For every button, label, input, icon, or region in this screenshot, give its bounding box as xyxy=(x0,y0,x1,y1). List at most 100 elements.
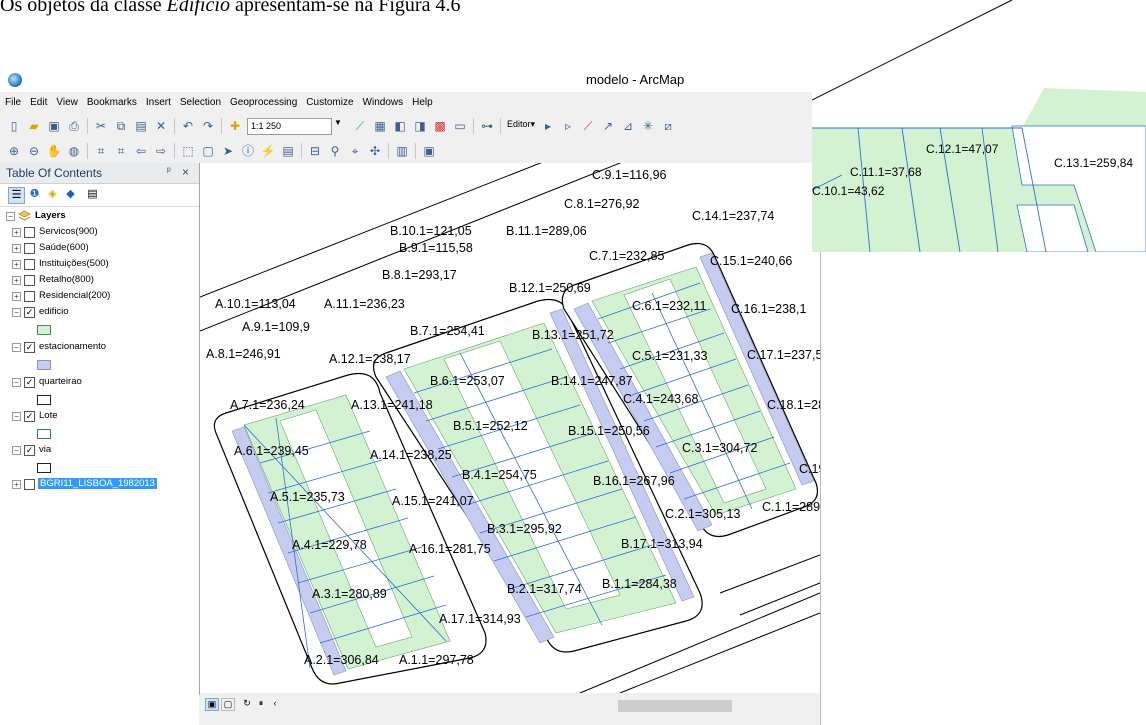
pause-drawing-icon[interactable]: ⏸ xyxy=(255,698,267,709)
open-folder-icon[interactable]: ▰ xyxy=(26,118,42,134)
html-popup-icon[interactable]: ▤ xyxy=(280,143,296,159)
list-by-visibility-icon[interactable]: ◈ xyxy=(45,187,60,202)
layer-visibility-checkbox[interactable]: ✓ xyxy=(24,445,35,456)
clear-selection-icon[interactable]: ▢ xyxy=(200,143,216,159)
expand-icon[interactable]: + xyxy=(12,228,21,237)
menu-customize[interactable]: Customize xyxy=(301,93,357,108)
map-display[interactable]: C.12.1=47,07C.10.1=43,62C.13.1=259,84C.9… xyxy=(200,163,820,693)
menu-view[interactable]: View xyxy=(51,93,82,108)
edit-tool-icon[interactable]: ▸ xyxy=(540,118,556,134)
lote-symbol-swatch[interactable] xyxy=(37,429,51,439)
expand-icon[interactable]: + xyxy=(12,292,21,301)
measure-icon[interactable]: ⊟ xyxy=(307,143,323,159)
map-canvas[interactable]: C.12.1=47,07C.10.1=43,62C.13.1=259,84C.9… xyxy=(200,163,820,693)
layer-visibility-checkbox[interactable]: ✓ xyxy=(24,377,35,388)
collapse-icon[interactable]: − xyxy=(6,212,15,221)
menu-file[interactable]: File xyxy=(0,93,25,108)
chevron-down-icon[interactable]: ▼ xyxy=(334,118,346,134)
paste-icon[interactable]: ▤ xyxy=(133,118,149,134)
pan-hand-icon[interactable]: ✋ xyxy=(46,143,62,159)
layout-view-icon[interactable]: ▢ xyxy=(221,698,235,711)
layer-visibility-checkbox[interactable] xyxy=(24,275,35,286)
collapse-icon[interactable]: − xyxy=(12,412,21,421)
menu-edit[interactable]: Edit xyxy=(25,93,51,108)
layer-visibility-checkbox[interactable]: ✓ xyxy=(24,307,35,318)
zoom-out-icon[interactable]: ⊖ xyxy=(26,143,42,159)
table-icon[interactable]: ▦ xyxy=(372,118,388,134)
python-icon[interactable]: ▭ xyxy=(452,118,468,134)
construction-tools-icon[interactable]: ⊿ xyxy=(620,118,636,134)
horizontal-scrollbar[interactable] xyxy=(618,700,732,712)
via-symbol-swatch[interactable] xyxy=(37,463,51,473)
layer-visibility-checkbox[interactable] xyxy=(24,227,35,238)
delete-icon[interactable]: ✕ xyxy=(153,118,169,134)
split-tool-icon[interactable]: ✳ xyxy=(640,118,656,134)
estacionamento-symbol-swatch[interactable] xyxy=(37,360,51,370)
layer-visibility-checkbox[interactable] xyxy=(24,291,35,302)
edit-annotation-icon[interactable]: ▹ xyxy=(560,118,576,134)
layer-visibility-checkbox[interactable]: ✓ xyxy=(24,342,35,353)
collapse-icon[interactable]: − xyxy=(12,446,21,455)
straight-segment-icon[interactable]: ⟋ xyxy=(580,118,596,134)
select-elements-icon[interactable]: ➤ xyxy=(220,143,236,159)
undo-icon[interactable]: ↶ xyxy=(180,118,196,134)
time-slider-icon[interactable]: ▥ xyxy=(394,143,410,159)
model-builder-icon[interactable]: ⊶ xyxy=(479,118,495,134)
pin-icon[interactable]: ᵖ xyxy=(167,166,171,177)
layer-visibility-checkbox[interactable] xyxy=(24,243,35,254)
forward-arrow-icon[interactable]: ⇨ xyxy=(153,143,169,159)
menu-windows[interactable]: Windows xyxy=(358,93,408,108)
edit-vertices-icon[interactable]: ⧄ xyxy=(660,118,676,134)
cut-icon[interactable]: ✂ xyxy=(93,118,109,134)
menu-selection[interactable]: Selection xyxy=(175,93,225,108)
menu-geoprocessing[interactable]: Geoprocessing xyxy=(225,93,301,108)
expand-icon[interactable]: + xyxy=(12,244,21,253)
list-by-source-icon[interactable]: ❶ xyxy=(27,187,42,202)
arc-segment-icon[interactable]: ↗ xyxy=(600,118,616,134)
quarteirao-symbol-swatch[interactable] xyxy=(37,395,51,405)
options-icon[interactable]: ▤ xyxy=(85,187,100,202)
hyperlink-icon[interactable]: ⚡ xyxy=(260,143,276,159)
create-viewer-icon[interactable]: ▣ xyxy=(421,143,437,159)
layer-visibility-checkbox[interactable] xyxy=(24,259,35,270)
edificio-symbol-swatch[interactable] xyxy=(37,325,51,335)
scroll-left-icon[interactable]: ‹ xyxy=(269,698,281,709)
layer-visibility-checkbox[interactable]: ✓ xyxy=(24,411,35,422)
list-by-drawing-order-icon[interactable]: ☰ xyxy=(8,187,25,204)
select-features-icon[interactable]: ⬚ xyxy=(180,143,196,159)
go-to-xy-icon[interactable]: ✣ xyxy=(367,143,383,159)
layer-visibility-checkbox[interactable] xyxy=(24,479,35,490)
redo-icon[interactable]: ↷ xyxy=(200,118,216,134)
map-scale-input[interactable]: 1:1 250 xyxy=(247,118,332,135)
find-binoculars-icon[interactable]: ⚲ xyxy=(327,143,343,159)
expand-icon[interactable]: + xyxy=(12,480,21,489)
back-arrow-icon[interactable]: ⇦ xyxy=(133,143,149,159)
menu-insert[interactable]: Insert xyxy=(141,93,175,108)
collapse-icon[interactable]: − xyxy=(12,308,21,317)
zoom-in-icon[interactable]: ⊕ xyxy=(6,143,22,159)
editor-toolbar-icon[interactable]: ⟋ xyxy=(352,118,368,134)
add-data-icon[interactable]: ✚ xyxy=(227,118,243,134)
collapse-icon[interactable]: − xyxy=(12,343,21,352)
save-icon[interactable]: ▣ xyxy=(46,118,62,134)
identify-icon[interactable]: ⓘ xyxy=(240,143,256,159)
expand-icon[interactable]: + xyxy=(12,260,21,269)
find-route-icon[interactable]: ⌖ xyxy=(347,143,363,159)
print-icon[interactable]: ⎙ xyxy=(66,118,82,134)
menu-bookmarks[interactable]: Bookmarks xyxy=(82,93,141,108)
search-window-icon[interactable]: ◨ xyxy=(412,118,428,134)
close-icon[interactable]: × xyxy=(182,165,189,179)
fixed-zoom-out-icon[interactable]: ⌗ xyxy=(113,143,129,159)
data-view-icon[interactable]: ▣ xyxy=(205,698,219,711)
editor-menu-button[interactable]: Editor▾ xyxy=(507,119,535,130)
copy-icon[interactable]: ⧉ xyxy=(113,118,129,134)
new-document-icon[interactable]: ▯ xyxy=(6,118,22,134)
full-extent-icon[interactable]: ◍ xyxy=(66,143,82,159)
catalog-icon[interactable]: ◧ xyxy=(392,118,408,134)
list-by-selection-icon[interactable]: ◆ xyxy=(63,187,78,202)
arctoolbox-icon[interactable]: ▩ xyxy=(432,118,448,134)
collapse-icon[interactable]: − xyxy=(12,378,21,387)
refresh-icon[interactable]: ↻ xyxy=(241,698,253,709)
fixed-zoom-in-icon[interactable]: ⌗ xyxy=(93,143,109,159)
menu-help[interactable]: Help xyxy=(407,93,437,108)
